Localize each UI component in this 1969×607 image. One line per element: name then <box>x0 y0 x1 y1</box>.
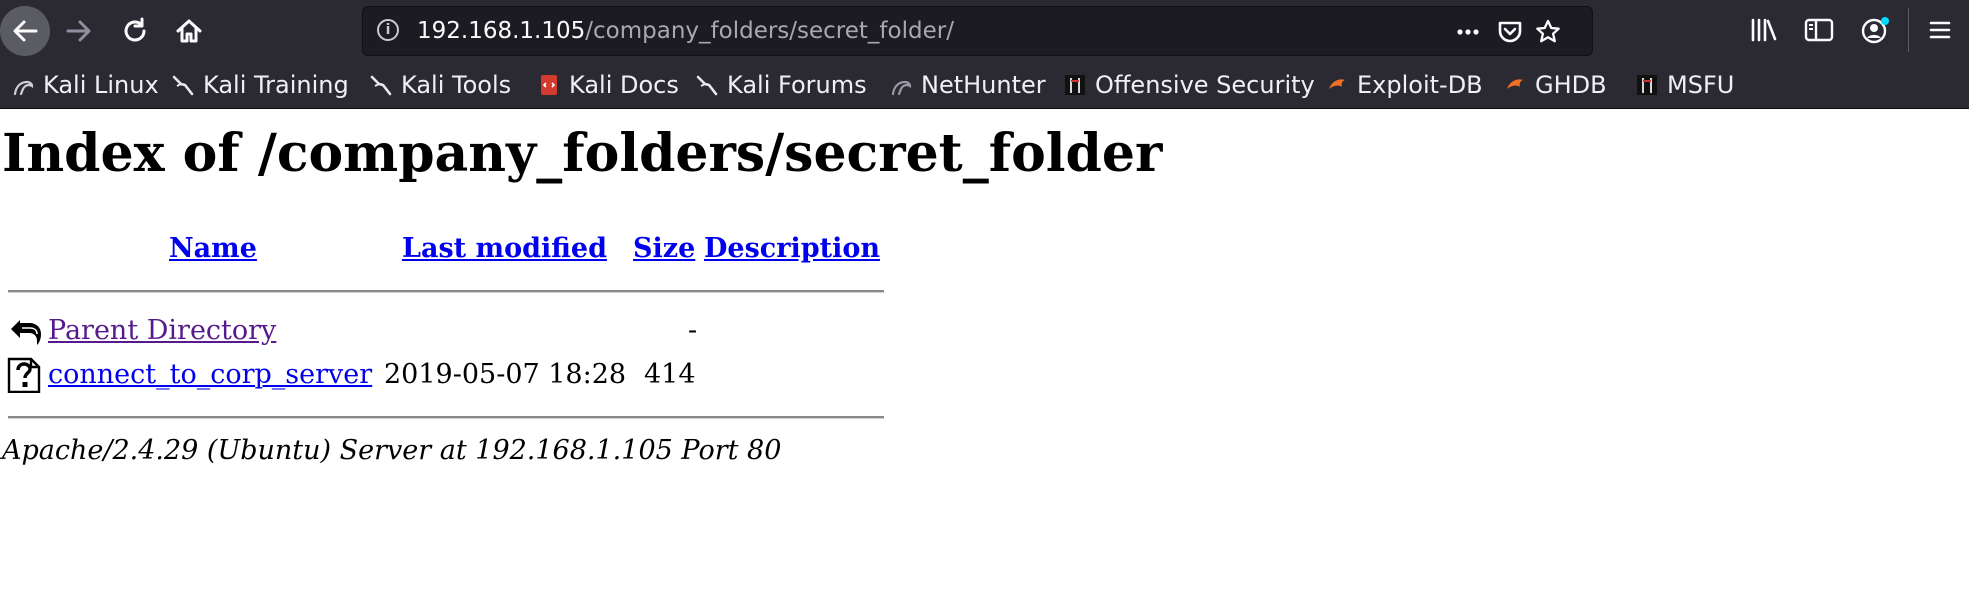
row-last-modified: 2019-05-07 18:28 <box>384 359 627 390</box>
reload-button[interactable] <box>112 8 158 54</box>
bookmark-kali-tools[interactable]: Kali Tools <box>370 70 511 100</box>
row-size: 414 <box>644 359 696 390</box>
home-button[interactable] <box>166 8 212 54</box>
bookmark-kali-docs[interactable]: Kali Docs <box>538 70 679 100</box>
exploit-db-icon <box>1507 79 1523 89</box>
bookmark-kali-forums[interactable]: Kali Forums <box>696 70 867 100</box>
divider-bottom <box>8 416 884 419</box>
bookmark-nethunter[interactable]: NetHunter <box>890 70 1046 100</box>
toolbar-separator <box>1908 8 1909 52</box>
bookmark-label: Kali Forums <box>727 71 867 99</box>
pocket-icon[interactable] <box>1497 19 1523 43</box>
sidebar-icon[interactable] <box>1804 17 1834 43</box>
bookmark-kali-training[interactable]: Kali Training <box>172 70 349 100</box>
parent-directory-link[interactable]: Parent Directory <box>48 315 276 346</box>
reload-icon <box>124 17 146 42</box>
forward-button[interactable] <box>56 8 102 54</box>
bookmark-label: Offensive Security <box>1095 71 1315 99</box>
bookmark-label: Kali Linux <box>43 71 159 99</box>
browser-toolbar: i 192.168.1.105/company_folders/secret_f… <box>0 0 1969 62</box>
site-info-icon[interactable]: i <box>377 19 399 41</box>
row-size: - <box>688 315 698 346</box>
bookmark-star-icon[interactable] <box>1535 19 1561 43</box>
nethunter-icon <box>891 80 912 96</box>
more-actions-icon[interactable] <box>1455 19 1481 43</box>
kali-dragon-icon <box>370 75 392 96</box>
forward-arrow-icon <box>66 20 91 42</box>
bookmark-offensive-security[interactable]: Offensive Security <box>1064 70 1315 100</box>
column-header-last-modified[interactable]: Last modified <box>402 233 607 264</box>
bookmark-msfu[interactable]: MSFU <box>1636 70 1734 100</box>
bookmark-label: Kali Tools <box>401 71 512 99</box>
back-arrow-icon <box>2 8 48 54</box>
offsec-icon <box>1637 75 1657 95</box>
kali-dragon-icon <box>13 80 34 96</box>
url-path: /company_folders/secret_folder/ <box>585 18 954 44</box>
bookmark-label: Kali Docs <box>569 71 679 99</box>
account-icon[interactable] <box>1860 15 1892 45</box>
file-link[interactable]: connect_to_corp_server <box>48 359 372 390</box>
bookmark-exploit-db[interactable]: Exploit-DB <box>1326 70 1483 100</box>
kali-dragon-icon <box>172 75 194 96</box>
page-title: Index of /company_folders/secret_folder <box>2 123 1163 184</box>
bookmark-label: NetHunter <box>921 71 1046 99</box>
exploit-db-icon <box>1329 79 1345 89</box>
bookmark-ghdb[interactable]: GHDB <box>1504 70 1607 100</box>
page-content: Index of /company_folders/secret_folder … <box>0 109 1969 607</box>
bookmark-label: MSFU <box>1667 71 1735 99</box>
bookmarks-toolbar: Kali Linux Kali Training Kali Tools Kali… <box>0 62 1969 109</box>
bookmark-label: Exploit-DB <box>1357 71 1483 99</box>
bookmark-label: Kali Training <box>203 71 349 99</box>
column-header-name[interactable]: Name <box>169 233 257 264</box>
home-icon <box>176 19 202 43</box>
server-signature: Apache/2.4.29 (Ubuntu) Server at 192.168… <box>2 435 782 466</box>
url-bar[interactable]: i 192.168.1.105/company_folders/secret_f… <box>362 6 1593 56</box>
column-header-size[interactable]: Size <box>633 233 695 264</box>
column-header-description[interactable]: Description <box>704 233 880 264</box>
bookmark-label: GHDB <box>1535 71 1607 99</box>
divider-top <box>8 290 884 293</box>
menu-icon[interactable] <box>1928 18 1952 42</box>
kali-docs-icon <box>541 75 557 95</box>
url-text[interactable]: 192.168.1.105/company_folders/secret_fol… <box>417 18 954 44</box>
kali-dragon-icon <box>696 75 718 96</box>
unknown-file-icon <box>7 357 41 393</box>
url-host: 192.168.1.105 <box>417 18 586 44</box>
offsec-icon <box>1065 75 1085 95</box>
library-icon[interactable] <box>1750 17 1778 43</box>
back-arrow-icon <box>11 320 41 345</box>
bookmark-kali-linux[interactable]: Kali Linux <box>12 70 159 100</box>
